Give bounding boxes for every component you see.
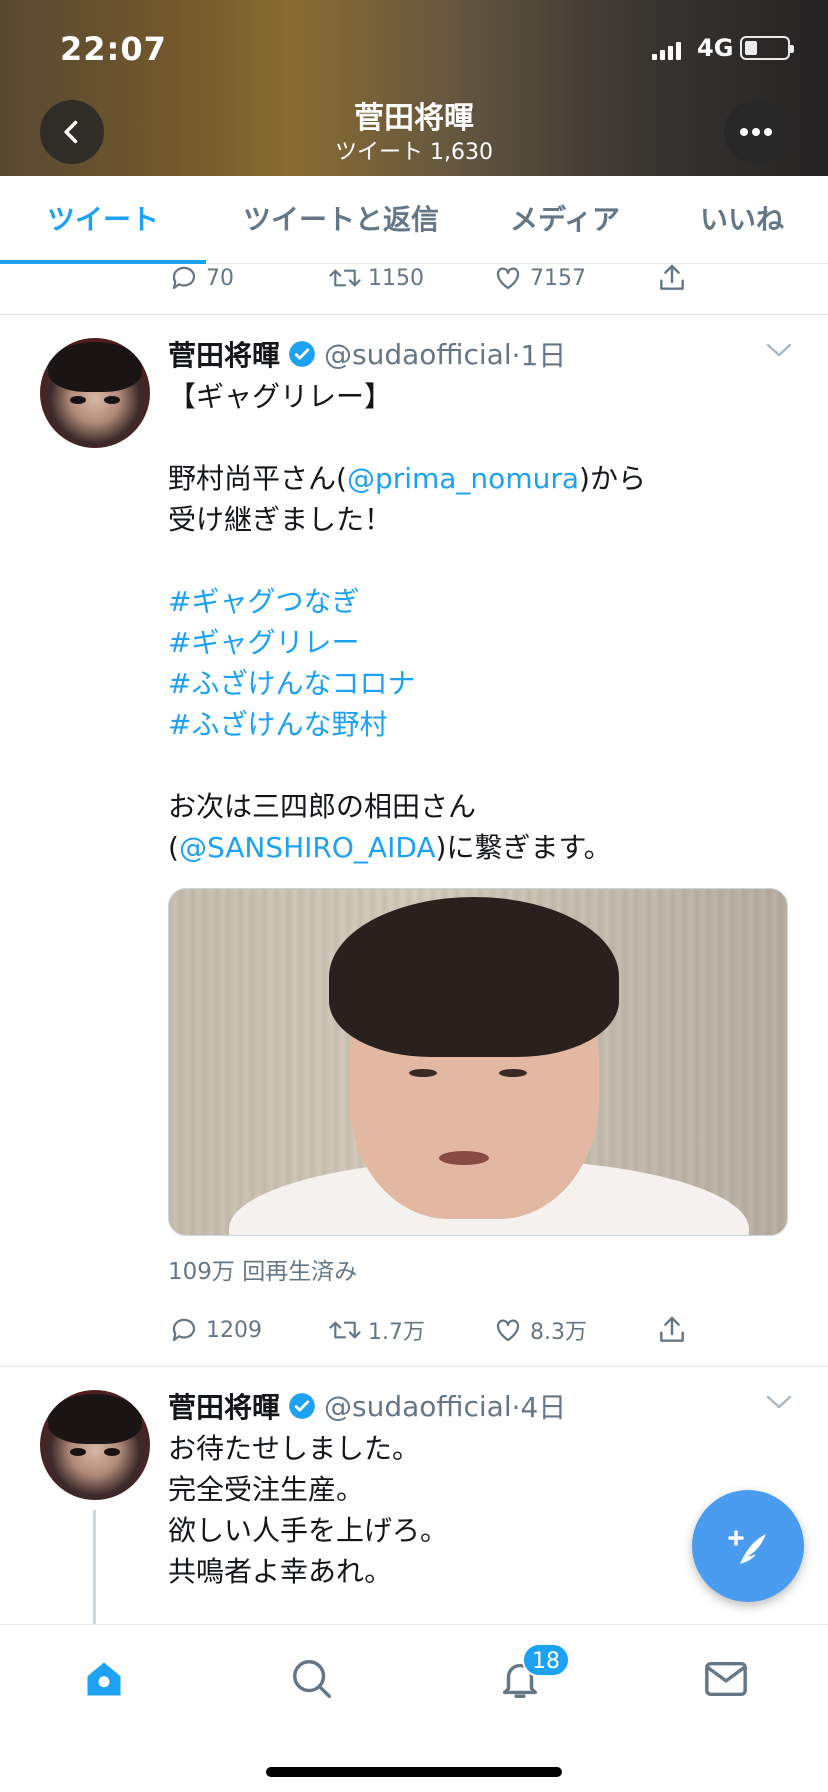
home-indicator [266, 1767, 562, 1777]
bottom-navigation: 18 [0, 1624, 828, 1792]
compose-feather-icon [728, 1530, 766, 1564]
tweet-line: 受け継ぎました！ [168, 503, 393, 536]
profile-name: 菅田将暉 [354, 101, 474, 136]
tweet-line: 【ギャグリレー】 [168, 380, 393, 413]
chevron-down-icon[interactable] [764, 1392, 794, 1412]
mail-icon [705, 1661, 747, 1697]
compose-tweet-button[interactable] [692, 1490, 804, 1602]
nav-search[interactable] [282, 1651, 342, 1707]
verified-badge-icon [289, 1393, 315, 1419]
signal-icon [652, 40, 681, 60]
tweet-header: 菅田将暉 @sudaofficial ·4日 [168, 1386, 566, 1426]
hashtag-link[interactable]: #ふざけんな野村 [168, 704, 768, 745]
battery-icon [740, 36, 794, 60]
share-button[interactable] [656, 1310, 694, 1350]
avatar[interactable] [40, 338, 150, 448]
tab-tweets[interactable]: ツイート [0, 176, 206, 264]
search-icon [293, 1660, 331, 1698]
like-button[interactable]: 7157 [492, 258, 586, 298]
tweet-actions: 1209 1.7万 8.3万 [168, 1310, 728, 1350]
tweet-author-handle[interactable]: @sudaofficial [324, 1390, 512, 1423]
network-type: 4G [697, 34, 734, 62]
hashtag-link[interactable]: #ギャグリレー [168, 622, 768, 663]
share-icon [660, 1316, 684, 1342]
hashtag-link[interactable]: #ふざけんなコロナ [168, 663, 768, 704]
tweet-text: 【ギャグリレー】 野村尚平さん(@prima_nomura)から 受け継ぎました… [168, 376, 768, 868]
share-icon [660, 264, 684, 290]
tweet-line: 完全受注生産。 [168, 1473, 365, 1506]
tweet-time[interactable]: ·4日 [512, 1386, 567, 1426]
tweet-time[interactable]: ·1日 [512, 334, 567, 374]
tweet-text-span: )に繋ぎます。 [435, 831, 612, 864]
avatar[interactable] [40, 1390, 150, 1500]
tweet-count: ツイート 1,630 [335, 140, 493, 165]
header-title: 菅田将暉 ツイート 1,630 [0, 100, 828, 168]
ellipsis-icon [740, 128, 772, 136]
verified-badge-icon [289, 341, 315, 367]
tweet-line: お次は三四郎の相田さん [168, 790, 477, 823]
more-options-button[interactable] [724, 100, 788, 164]
heart-icon [496, 1319, 520, 1342]
tweet-author-handle[interactable]: @sudaofficial [324, 338, 512, 371]
mention-link[interactable]: @SANSHIRO_AIDA [179, 831, 436, 864]
reply-count: 1209 [206, 1317, 262, 1343]
hashtag-link[interactable]: #ギャグつなぎ [168, 581, 768, 622]
reply-icon [172, 1318, 196, 1342]
tab-media[interactable]: メディア [480, 176, 650, 264]
share-button[interactable] [656, 258, 694, 298]
retweet-count: 1150 [368, 265, 424, 291]
tweet-line: 欲しい人手を上げろ。 [168, 1514, 449, 1547]
divider [0, 1366, 828, 1367]
prev-tweet-actions: 70 1150 7157 [168, 258, 728, 298]
view-count: 109万 回再生済み [168, 1259, 358, 1285]
reply-button[interactable]: 70 [168, 258, 234, 298]
tweet-text-span: ( [168, 831, 179, 864]
heart-icon [496, 267, 520, 290]
home-icon [87, 1662, 121, 1696]
retweet-button[interactable]: 1150 [328, 258, 424, 298]
tweet-header: 菅田将暉 @sudaofficial ·1日 [168, 334, 566, 374]
nav-home[interactable] [74, 1651, 134, 1707]
thread-connector [93, 1510, 96, 1626]
retweet-button[interactable]: 1.7万 [328, 1310, 425, 1350]
notification-badge: 18 [522, 1643, 570, 1677]
tweet-author-name[interactable]: 菅田将暉 [168, 1386, 280, 1426]
reply-icon [172, 266, 196, 290]
tweet-line: (@SANSHIRO_AIDA)に繋ぎます。 [168, 827, 768, 868]
tab-likes[interactable]: いいね [680, 176, 804, 264]
tweet-text: お待たせしました。 完全受注生産。 欲しい人手を上げろ。 共鳴者よ幸あれ。 [168, 1428, 768, 1592]
tweet-line: 共鳴者よ幸あれ。 [168, 1555, 393, 1588]
tweet-text-span: 野村尚平さん( [168, 462, 347, 495]
nav-messages[interactable] [696, 1651, 756, 1707]
mention-link[interactable]: @prima_nomura [347, 462, 579, 495]
tweet-line: お待たせしました。 [168, 1432, 421, 1465]
retweet-icon [329, 269, 361, 287]
tweet-line: 野村尚平さん(@prima_nomura)から [168, 458, 768, 499]
tweet-text-span: )から [579, 462, 646, 495]
profile-tabs: ツイート ツイートと返信 メディア いいね [0, 176, 828, 264]
like-button[interactable]: 8.3万 [492, 1310, 587, 1350]
tab-tweets-and-replies[interactable]: ツイートと返信 [226, 176, 456, 264]
reply-button[interactable]: 1209 [168, 1310, 262, 1350]
retweet-count: 1.7万 [368, 1320, 425, 1345]
status-time: 22:07 [60, 30, 167, 68]
status-bar: 22:07 4G [0, 28, 828, 68]
video-thumbnail[interactable] [168, 888, 788, 1236]
tweet-author-name[interactable]: 菅田将暉 [168, 334, 280, 374]
retweet-icon [329, 1321, 361, 1339]
like-count: 7157 [530, 265, 586, 291]
reply-count: 70 [206, 265, 234, 291]
divider [0, 314, 828, 315]
like-count: 8.3万 [530, 1320, 587, 1345]
profile-header-banner: 22:07 4G 菅田将暉 ツイート 1,630 [0, 0, 828, 176]
chevron-down-icon[interactable] [764, 340, 794, 360]
